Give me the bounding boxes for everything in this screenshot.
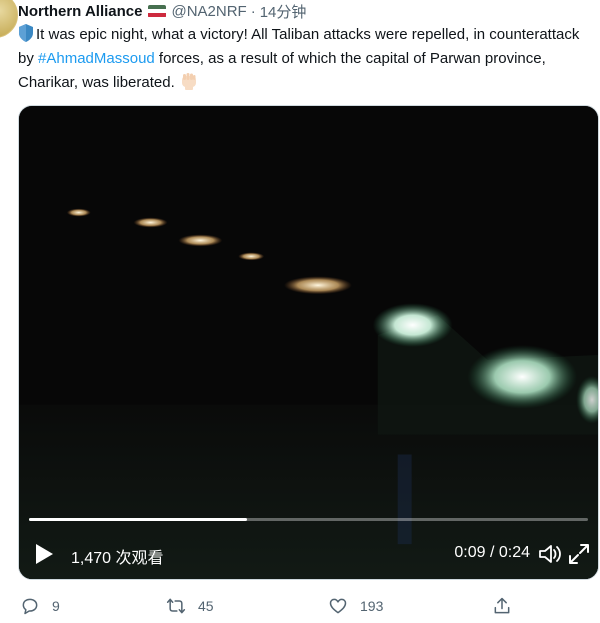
tweet-text: It was epic night, what a victory! All T… (18, 23, 596, 95)
fullscreen-icon[interactable] (568, 543, 590, 565)
share-button[interactable] (492, 596, 524, 616)
video-progress-fill (29, 518, 247, 521)
video-timecode: 0:09 / 0:24 (454, 544, 530, 561)
retweet-icon (166, 598, 186, 614)
flag-icon (148, 4, 167, 18)
raised-fist-icon (181, 73, 196, 90)
shield-icon (19, 24, 33, 42)
volume-icon[interactable] (538, 543, 562, 565)
retweet-button[interactable]: 45 (166, 596, 214, 616)
avatar[interactable] (0, 0, 18, 38)
reply-icon (22, 598, 38, 615)
share-icon (494, 597, 510, 614)
video-frame[interactable] (19, 106, 598, 579)
tweet-header: Northern Alliance @NA2NRF · 14分钟 (18, 1, 306, 21)
view-count: 1,470 次观看 (71, 550, 164, 567)
like-count: 193 (360, 598, 384, 614)
like-button[interactable]: 193 (328, 596, 383, 616)
tweet-actions: 9 45 193 (18, 596, 578, 620)
header-separator: · (250, 2, 256, 20)
hashtag-link[interactable]: #AhmadMassoud (38, 50, 155, 67)
play-icon[interactable] (33, 542, 55, 566)
author-handle[interactable]: @NA2NRF (171, 3, 246, 20)
heart-icon (329, 598, 347, 614)
reply-button[interactable]: 9 (20, 596, 60, 616)
reply-count: 9 (52, 598, 60, 614)
tweet-timestamp[interactable]: 14分钟 (260, 1, 307, 22)
video-progress-bar[interactable] (29, 518, 588, 521)
retweet-count: 45 (198, 598, 214, 614)
author-name[interactable]: Northern Alliance (18, 3, 142, 20)
video-player[interactable]: 1,470 次观看 0:09 / 0:24 (18, 105, 599, 580)
